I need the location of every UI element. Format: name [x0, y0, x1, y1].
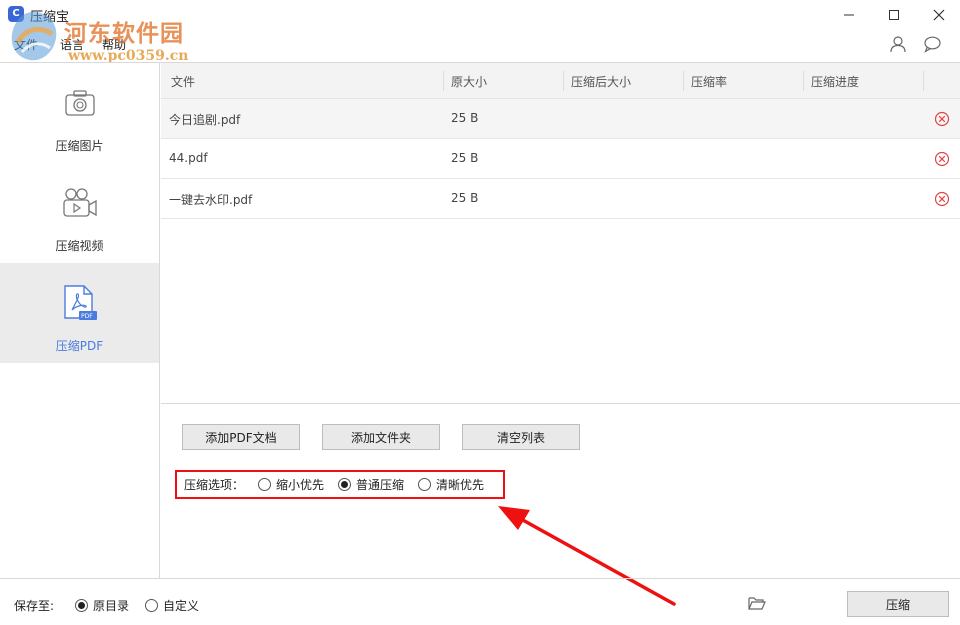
minimize-icon [844, 14, 854, 16]
sidebar-item-pdf[interactable]: PDF 压缩PDF [0, 263, 159, 363]
option-smallest[interactable]: 缩小优先 [258, 476, 324, 493]
radio-selected-icon [75, 599, 88, 612]
radio-icon [258, 478, 272, 491]
close-button[interactable] [916, 0, 960, 30]
file-name: 一键去水印.pdf [169, 193, 253, 207]
svg-text:PDF: PDF [81, 313, 93, 320]
radio-icon [418, 478, 432, 491]
maximize-icon [889, 10, 899, 20]
option-label: 原目录 [93, 599, 130, 613]
column-divider [563, 71, 564, 91]
feedback-button[interactable] [922, 34, 942, 54]
column-divider [923, 71, 924, 91]
sidebar-item-label: 压缩PDF [55, 339, 104, 353]
annotation-arrow-icon [498, 506, 676, 606]
footer-divider [0, 578, 960, 579]
column-divider [443, 71, 444, 91]
option-label: 普通压缩 [356, 478, 405, 492]
user-icon [890, 36, 906, 53]
window-title: 压缩宝 [30, 10, 70, 25]
camera-icon [60, 85, 100, 121]
file-size: 25 B [451, 191, 479, 205]
close-icon [933, 9, 945, 21]
clear-list-button[interactable]: 清空列表 [462, 424, 580, 450]
video-camera-icon [60, 185, 100, 221]
remove-icon[interactable] [934, 111, 950, 127]
table-header: 文件 原大小 压缩后大小 压缩率 压缩进度 [161, 63, 960, 99]
file-size: 25 B [451, 151, 479, 165]
option-label: 缩小优先 [276, 478, 325, 492]
minimize-button[interactable] [826, 0, 872, 30]
sidebar-item-video[interactable]: 压缩视频 [0, 163, 159, 263]
table-row[interactable]: 一键去水印.pdf 25 B [161, 179, 960, 219]
save-to-label: 保存至: [14, 599, 55, 613]
header-actions [888, 34, 942, 54]
menu-language[interactable]: 语言 [60, 36, 84, 53]
column-divider [803, 71, 804, 91]
file-size: 25 B [451, 111, 479, 125]
file-name: 44.pdf [169, 151, 208, 165]
file-table: 文件 原大小 压缩后大小 压缩率 压缩进度 今日追剧.pdf 25 B 44.p… [161, 63, 960, 219]
column-header-progress: 压缩进度 [811, 75, 860, 89]
compression-options: 压缩选项： 缩小优先 普通压缩 清晰优先 [175, 470, 505, 499]
sidebar-item-label: 压缩视频 [55, 239, 104, 253]
add-pdf-button[interactable]: 添加PDF文档 [182, 424, 300, 450]
title-bar: C 压缩宝 [0, 0, 960, 30]
radio-icon [145, 599, 158, 612]
column-header-compressed-size: 压缩后大小 [571, 75, 632, 89]
user-button[interactable] [888, 34, 908, 54]
save-original-dir[interactable]: 原目录 [75, 597, 129, 614]
compress-button[interactable]: 压缩 [847, 591, 949, 617]
radio-selected-icon [338, 478, 352, 491]
maximize-button[interactable] [871, 0, 917, 30]
column-header-file: 文件 [171, 75, 196, 89]
chat-bubble-icon [924, 36, 941, 53]
app-logo-icon: C [8, 6, 24, 22]
sidebar-item-label: 压缩图片 [55, 139, 104, 153]
save-custom-dir[interactable]: 自定义 [145, 597, 199, 614]
add-folder-button[interactable]: 添加文件夹 [322, 424, 440, 450]
column-header-ratio: 压缩率 [691, 75, 728, 89]
menu-file[interactable]: 文件 [14, 36, 38, 53]
column-divider [683, 71, 684, 91]
remove-icon[interactable] [934, 191, 950, 207]
file-name: 今日追剧.pdf [169, 113, 241, 127]
pdf-file-icon: PDF [60, 285, 100, 321]
folder-open-icon[interactable] [748, 594, 766, 612]
option-label: 自定义 [163, 599, 200, 613]
menu-help[interactable]: 帮助 [102, 36, 126, 53]
column-header-original-size: 原大小 [451, 75, 488, 89]
sidebar: 压缩图片 压缩视频 PDF 压缩PDF [0, 63, 160, 578]
option-normal[interactable]: 普通压缩 [338, 476, 404, 493]
compression-options-label: 压缩选项： [184, 478, 245, 492]
remove-icon[interactable] [934, 151, 950, 167]
menu-bar: 文件 语言 帮助 [0, 32, 500, 56]
option-clarity[interactable]: 清晰优先 [418, 476, 484, 493]
table-row[interactable]: 今日追剧.pdf 25 B [161, 99, 960, 139]
table-row[interactable]: 44.pdf 25 B [161, 139, 960, 179]
option-label: 清晰优先 [436, 478, 485, 492]
sidebar-item-image[interactable]: 压缩图片 [0, 63, 159, 163]
panel-divider [161, 403, 960, 404]
